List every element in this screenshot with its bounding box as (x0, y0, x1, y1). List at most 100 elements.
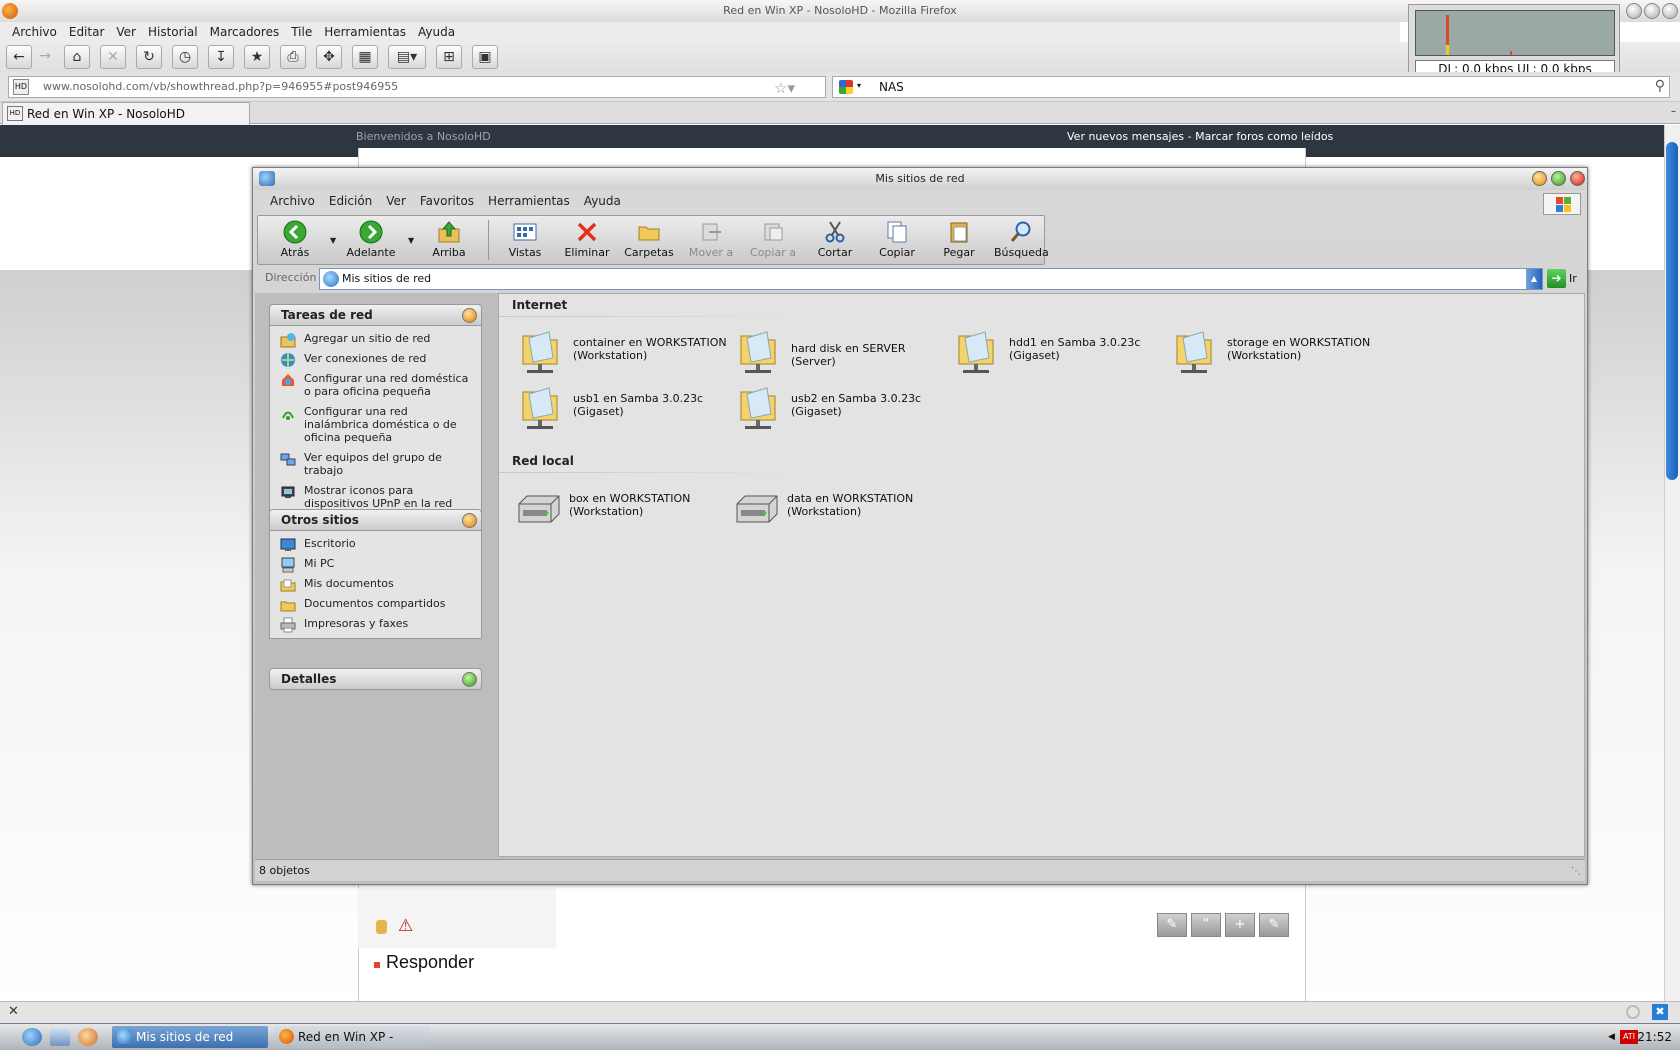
addon-icon[interactable]: ▣ (472, 45, 498, 69)
url-bar[interactable]: HD www.nosolohd.com/vb/showthread.php?p=… (8, 76, 826, 98)
quote-button[interactable]: “ (1191, 913, 1221, 937)
other-places-header[interactable]: Otros sitios (269, 509, 482, 531)
reply-heading[interactable]: Responder (386, 952, 474, 973)
tile-icon[interactable]: ▦ (352, 45, 378, 69)
task-network-places[interactable]: Mis sitios de red (112, 1026, 268, 1048)
task-add-network-place[interactable]: Agregar un sitio de red (280, 332, 475, 348)
search-engine-icon[interactable] (839, 80, 853, 94)
menu-marcadores[interactable]: Marcadores (204, 22, 286, 42)
menu-editar[interactable]: Editar (63, 22, 111, 42)
search-bar[interactable]: ▾ NAS ⚲ (832, 76, 1670, 98)
address-dropdown-icon[interactable]: ▲ (1526, 269, 1542, 289)
place-printers[interactable]: Impresoras y faxes (280, 617, 475, 633)
edit-post-button[interactable]: ✎ (1157, 913, 1187, 937)
menu-ver[interactable]: Ver (110, 22, 142, 42)
go-button-label[interactable]: Ir (1569, 268, 1577, 290)
history-clock-icon[interactable]: ◷ (172, 45, 198, 69)
minimize-icon[interactable] (1532, 171, 1547, 186)
local-share-item[interactable]: data en WORKSTATION (Workstation) (733, 484, 943, 534)
stop-icon[interactable]: ✕ (100, 45, 126, 69)
collapse-icon[interactable] (462, 308, 477, 323)
clock[interactable]: 21:52 (1637, 1024, 1672, 1050)
forward-button[interactable]: Adelante (344, 220, 398, 259)
forward-dropdown-icon[interactable]: ▼ (408, 236, 414, 245)
network-share-item[interactable]: storage en WORKSTATION (Workstation) (1173, 328, 1383, 378)
show-desktop-icon[interactable] (50, 1028, 70, 1046)
forum-links[interactable]: Ver nuevos mensajes - Marcar foros como … (1067, 125, 1333, 149)
views-button[interactable]: Vistas (498, 220, 552, 259)
menu-historial[interactable]: Historial (142, 22, 204, 42)
page-scrollbar-thumb[interactable] (1666, 142, 1678, 480)
address-value[interactable]: Mis sitios de red (342, 269, 431, 289)
tray-expand-icon[interactable]: ◀ (1608, 1032, 1615, 1042)
menu-ayuda[interactable]: Ayuda (577, 190, 628, 212)
network-tasks-header[interactable]: Tareas de red (269, 304, 482, 326)
delete-button[interactable]: Eliminar (560, 220, 614, 259)
network-share-item[interactable]: hard disk en SERVER (Server) (737, 328, 947, 378)
task-show-upnp[interactable]: Mostrar iconos para dispositivos UPnP en… (280, 484, 475, 510)
close-findbar-icon[interactable]: ✕ (8, 1004, 19, 1019)
start-orb-icon[interactable] (22, 1028, 42, 1046)
task-view-workgroup[interactable]: Ver equipos del grupo de trabajo (280, 451, 475, 477)
cut-button[interactable]: Cortar (808, 220, 862, 259)
menu-favoritos[interactable]: Favoritos (413, 190, 481, 212)
fullscreen-icon[interactable]: ✥ (316, 45, 342, 69)
multiquote-button[interactable]: + (1225, 913, 1255, 937)
network-places-icon[interactable] (259, 171, 275, 186)
move-to-button[interactable]: Mover a (684, 220, 738, 259)
bookmark-icon[interactable]: ★ (244, 45, 270, 69)
local-share-item[interactable]: box en WORKSTATION (Workstation) (515, 484, 725, 534)
close-icon[interactable] (1662, 3, 1678, 19)
download-icon[interactable]: ↧ (208, 45, 234, 69)
menu-herramientas[interactable]: Herramientas (318, 22, 412, 42)
details-header[interactable]: Detalles (269, 668, 482, 690)
address-input[interactable]: Mis sitios de red ▲ (319, 268, 1543, 290)
go-arrow-icon[interactable]: ➔ (1547, 269, 1566, 288)
menu-archivo[interactable]: Archivo (6, 22, 63, 42)
minimize-icon[interactable] (1626, 3, 1642, 19)
search-button[interactable]: Búsqueda (994, 220, 1049, 259)
place-shared-documents[interactable]: Documentos compartidos (280, 597, 475, 612)
menu-archivo[interactable]: Archivo (263, 190, 322, 212)
search-icon[interactable]: ⚲ (1655, 78, 1665, 94)
new-tab-icon[interactable]: ⊞ (436, 45, 462, 69)
place-my-computer[interactable]: Mi PC (280, 557, 475, 573)
reload-icon[interactable]: ↻ (136, 45, 162, 69)
warning-icon[interactable]: ⚠ (398, 916, 413, 936)
network-share-item[interactable]: container en WORKSTATION (Workstation) (519, 328, 729, 378)
ati-tray-icon[interactable]: ATI (1620, 1030, 1638, 1044)
task-view-connections[interactable]: Ver conexiones de red (280, 352, 475, 367)
menu-ayuda[interactable]: Ayuda (412, 22, 461, 42)
quicklaunch-browser-icon[interactable] (78, 1028, 98, 1046)
search-input[interactable]: NAS (879, 77, 904, 97)
copy-button[interactable]: Copiar (870, 220, 924, 259)
menu-tile[interactable]: Tile (285, 22, 318, 42)
back-button[interactable]: Atrás (268, 220, 322, 259)
maximize-icon[interactable] (1551, 171, 1566, 186)
paste-button[interactable]: Pegar (932, 220, 986, 259)
url-input[interactable]: www.nosolohd.com/vb/showthread.php?p=946… (43, 77, 398, 97)
print-icon[interactable]: ⎙ (280, 45, 306, 69)
place-desktop[interactable]: Escritorio (280, 537, 475, 551)
up-button[interactable]: Arriba (422, 220, 476, 259)
task-wireless-network[interactable]: Configurar una red inalámbrica doméstica… (280, 405, 475, 444)
status-addon-icon[interactable]: ✖ (1652, 1004, 1668, 1020)
menu-edicion[interactable]: Edición (322, 190, 379, 212)
quick-reply-button[interactable]: ✎ (1259, 913, 1289, 937)
forward-arrow-icon[interactable]: → (32, 45, 58, 69)
resize-grip-icon[interactable]: ⋱ (1571, 866, 1581, 877)
layout-dropdown-icon[interactable]: ▤▾ (388, 45, 426, 69)
back-dropdown-icon[interactable]: ▼ (330, 236, 336, 245)
explorer-titlebar[interactable]: Mis sitios de red (253, 168, 1587, 190)
folders-button[interactable]: Carpetas (622, 220, 676, 259)
bookmark-star-icon[interactable]: ☆▾ (774, 79, 795, 97)
menu-herramientas[interactable]: Herramientas (481, 190, 577, 212)
expand-icon[interactable] (462, 672, 477, 687)
copy-to-button[interactable]: Copiar a (746, 220, 800, 259)
network-share-item[interactable]: usb2 en Samba 3.0.23c (Gigaset) (737, 384, 947, 434)
collapse-icon[interactable] (462, 513, 477, 528)
task-firefox[interactable]: Red en Win XP - Nosol... (274, 1026, 430, 1048)
place-my-documents[interactable]: Mis documentos (280, 577, 475, 592)
network-share-item[interactable]: hdd1 en Samba 3.0.23c (Gigaset) (955, 328, 1165, 378)
menu-ver[interactable]: Ver (379, 190, 413, 212)
